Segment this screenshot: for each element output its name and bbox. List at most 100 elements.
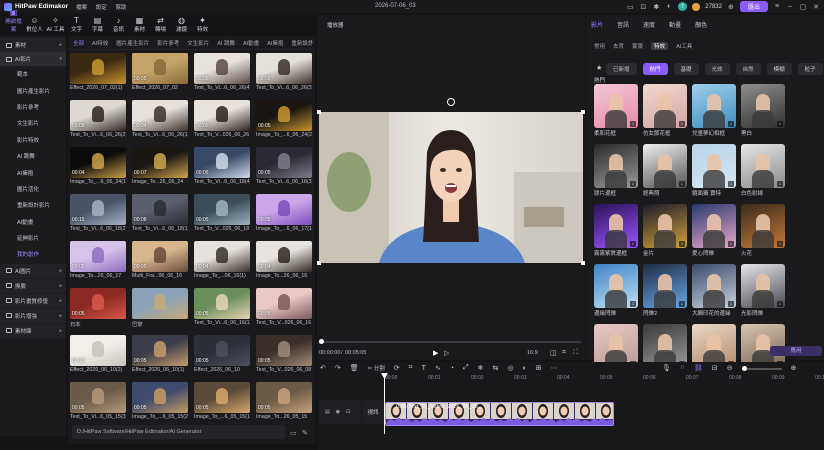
download-icon[interactable]: ↓ (679, 181, 685, 187)
nav-sub-item[interactable]: 圖片活化 (0, 181, 66, 197)
chevron-right-icon[interactable]: › (310, 39, 312, 45)
effect-chip[interactable]: 粒子 (797, 63, 823, 75)
tool-effects[interactable]: ✦ 特效 (192, 16, 213, 36)
nav-group-item[interactable]: 影片增強 ▸ (0, 308, 66, 323)
effect-thumbnail[interactable]: ↓ (594, 204, 638, 248)
effect-item[interactable]: ↓ 大網印花的邊緣 (692, 264, 736, 317)
undo-icon[interactable]: ↶ (320, 364, 326, 372)
nav-sub-item[interactable]: 影片特效 (0, 132, 66, 148)
media-thumbnail[interactable]: 00:05 (256, 147, 312, 178)
nav-sub-item[interactable]: 文生影片 (0, 115, 66, 131)
effect-item[interactable]: ↓ 光影閃爍 (741, 264, 785, 317)
media-thumbnail[interactable]: 00:05 (194, 147, 250, 178)
effect-item[interactable]: ↓ 柔和花框 (594, 84, 638, 137)
media-thumbnail[interactable]: 00:04 (256, 241, 312, 272)
properties-tab[interactable]: 速度 (643, 20, 655, 29)
download-icon[interactable]: ↓ (728, 301, 734, 307)
layout-icon[interactable]: ▭ (626, 3, 634, 11)
media-thumbnail[interactable]: 00:05 (132, 53, 188, 84)
properties-tab[interactable]: 顏色 (695, 20, 707, 29)
effect-item[interactable]: ↓ 鏡面攝 寶特 (692, 144, 736, 197)
video-preview[interactable] (319, 112, 583, 263)
media-item[interactable]: 00:04 Image_To_...06_16(1) (194, 241, 250, 279)
effect-chip[interactable]: 自然 (735, 63, 761, 75)
effect-thumbnail[interactable]: ↓ (643, 204, 687, 248)
effect-thumbnail[interactable]: ↓ (643, 84, 687, 128)
download-icon[interactable]: ↓ (630, 121, 636, 127)
properties-tab[interactable]: 音訊 (617, 20, 629, 29)
media-thumbnail[interactable]: 00:08 (132, 194, 188, 225)
download-icon[interactable]: ↓ (679, 241, 685, 247)
media-thumbnail[interactable]: 00:05 (132, 241, 188, 272)
nav-sub-item[interactable]: AI動畫 (0, 214, 66, 230)
export-button[interactable]: 匯出 (739, 1, 768, 12)
effect-item[interactable]: ↓ 黑白 (741, 84, 785, 137)
media-thumbnail[interactable]: 00:05 (194, 53, 250, 84)
text-tool-icon[interactable]: T (422, 365, 426, 372)
redo-icon[interactable]: ↷ (335, 364, 341, 372)
close-icon[interactable]: ✕ (812, 3, 820, 11)
nav-ai-video[interactable]: AI影片 ▾ (0, 52, 66, 66)
media-thumbnail[interactable]: 00:05 (194, 382, 250, 413)
timer-icon[interactable]: ◔ (450, 365, 454, 372)
media-thumbnail[interactable]: 00:05 (70, 241, 126, 272)
menu-settings[interactable]: 設定 (96, 5, 107, 11)
camera-icon[interactable]: ◫ (550, 349, 557, 357)
rotate-handle-icon[interactable] (447, 98, 455, 106)
resize-handle[interactable] (581, 110, 585, 114)
effect-chip[interactable]: 已新增 (606, 63, 637, 75)
media-item[interactable]: 00:08 Text_To_Vi...6_06_18(1) (132, 194, 188, 232)
gift-icon[interactable]: ✱ (652, 3, 660, 11)
speed-icon[interactable]: ⟳ (394, 364, 400, 372)
nav-sub-item[interactable]: 延伸影片 (0, 230, 66, 246)
download-icon[interactable]: ↓ (728, 121, 734, 127)
nav-assets[interactable]: 素材 ▸ (0, 38, 66, 52)
snap-icon[interactable]: ⊟ (712, 364, 718, 372)
playhead[interactable] (384, 376, 385, 434)
effect-thumbnail[interactable]: ↓ (741, 264, 785, 308)
media-thumbnail[interactable]: 00:05 (256, 100, 312, 131)
delete-icon[interactable]: 🗑 (350, 364, 359, 372)
nav-group-item[interactable]: AI圖片 ▸ (0, 263, 66, 278)
effect-thumbnail[interactable]: ↓ (643, 264, 687, 308)
media-tab[interactable]: AI動畫 (243, 39, 259, 47)
zoom-in-icon[interactable]: ⊕ (791, 364, 797, 372)
timeline-ruler[interactable]: 00:00 00:01 00:02 00:03 00:04 00:05 00:06 00:07… (385, 375, 824, 385)
more-tools-icon[interactable]: ⋯ (551, 364, 558, 372)
media-thumbnail[interactable]: 00:05 (70, 288, 126, 319)
media-item[interactable]: 00:05 Image_To_...6_06_24(2) (256, 100, 312, 138)
media-thumbnail[interactable]: 00:05 (194, 335, 250, 366)
media-item[interactable]: Effect_2026_07_02(1) (70, 53, 126, 91)
folder-open-icon[interactable]: ▭ (290, 429, 297, 437)
download-icon[interactable]: ↓ (630, 301, 636, 307)
zoom-slider-handle[interactable] (741, 366, 747, 371)
reverse-icon[interactable]: ⇆ (493, 364, 499, 372)
nav-sub-item[interactable]: AI擁抱 (0, 164, 66, 180)
microphone-icon[interactable]: 🎙 (662, 364, 671, 372)
menu-file[interactable]: 檔案 (76, 5, 87, 11)
zoom-slider[interactable] (741, 366, 782, 371)
effect-thumbnail[interactable]: ↓ (594, 264, 638, 308)
visibility-icon[interactable]: ◉ (336, 409, 340, 415)
media-thumbnail[interactable] (132, 288, 188, 319)
media-tab[interactable]: 全部 (73, 39, 84, 47)
media-thumbnail[interactable]: 00:05 (194, 194, 250, 225)
media-item[interactable]: 00:05 Image_To...26_06_17 (70, 241, 126, 279)
link-icon[interactable]: ⛓ (694, 364, 703, 372)
mask-icon[interactable]: ◎ (507, 364, 513, 372)
effect-thumbnail[interactable]: ↓ (643, 144, 687, 188)
zoom-out-icon[interactable]: ⊖ (727, 364, 733, 372)
effect-item[interactable]: ↓ 金片 (643, 204, 687, 257)
progress-handle[interactable] (319, 339, 324, 344)
media-item[interactable]: 00:05 Text_To_Vi...6_06_26(3) (256, 53, 312, 91)
download-icon[interactable]: ↓ (728, 241, 734, 247)
effect-item[interactable]: ↓ 兒童夢幻相框 (692, 84, 736, 137)
download-icon[interactable]: ↓ (728, 181, 734, 187)
effect-item[interactable]: ↓ 膠片邊框 (594, 144, 638, 197)
step-forward-icon[interactable]: ▷ (444, 349, 449, 357)
media-tab[interactable]: AI特效 (92, 39, 108, 47)
video-clip[interactable]: 0:05 Text_To_Video_2026_06_26 (385, 402, 614, 426)
tool-transition[interactable]: ⇄ 轉場 (150, 16, 171, 36)
media-thumbnail[interactable]: 00:05 (70, 382, 126, 413)
media-item[interactable]: 00:05 Text_To_Vi...6_06_26(2) (70, 100, 126, 138)
